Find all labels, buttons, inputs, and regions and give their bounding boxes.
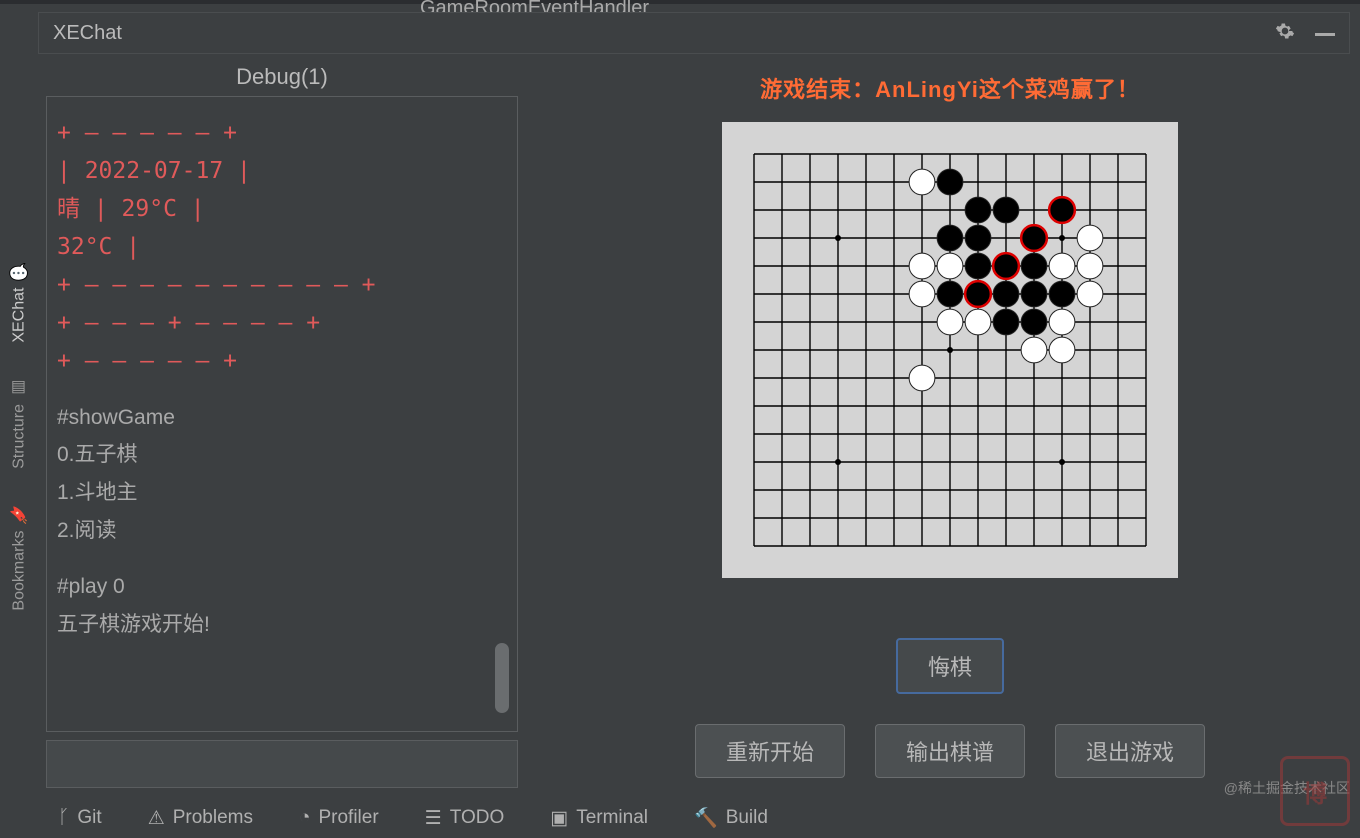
clipped-header: GameRoomEventHandler bbox=[420, 0, 649, 12]
bottom-item-profiler[interactable]: ◔Profiler bbox=[299, 807, 379, 829]
sidebar-item-structure[interactable]: Structure ▤ bbox=[10, 379, 29, 469]
hammer-icon: 🔨 bbox=[694, 806, 718, 830]
game-status: 游戏结束：AnLingYi这个菜鸡赢了！ bbox=[760, 72, 1140, 104]
minimize-icon[interactable] bbox=[1315, 24, 1335, 42]
export-button[interactable]: 输出棋谱 bbox=[875, 724, 1025, 778]
scrollbar-thumb[interactable] bbox=[495, 643, 509, 713]
stamp-logo: 博 bbox=[1280, 756, 1350, 826]
tool-window-title-bar: XEChat bbox=[38, 12, 1350, 54]
bottom-item-build[interactable]: 🔨Build bbox=[694, 806, 768, 830]
bottom-item-terminal[interactable]: ▣Terminal bbox=[550, 807, 648, 830]
panel-header: Debug(1) bbox=[42, 58, 522, 96]
debug-panel: Debug(1) + — — — — — + | 2022-07-17 | 晴 … bbox=[42, 58, 522, 788]
console-output[interactable]: + — — — — — + | 2022-07-17 | 晴 | 29°C | … bbox=[46, 96, 518, 732]
structure-icon: ▤ bbox=[10, 379, 29, 398]
undo-button[interactable]: 悔棋 bbox=[896, 638, 1004, 694]
game-panel: 游戏结束：AnLingYi这个菜鸡赢了！ 悔棋 重新开始 输出棋谱 退出游戏 bbox=[560, 72, 1340, 788]
chat-icon: 💬 bbox=[10, 262, 29, 282]
bottom-tool-bar: ᚴGit ⚠Problems ◔Profiler ☰TODO ▣Terminal… bbox=[38, 798, 1360, 838]
quit-button[interactable]: 退出游戏 bbox=[1055, 724, 1205, 778]
todo-icon: ☰ bbox=[425, 807, 442, 830]
restart-button[interactable]: 重新开始 bbox=[695, 724, 845, 778]
bookmark-icon: 🔖 bbox=[10, 505, 29, 525]
bottom-item-todo[interactable]: ☰TODO bbox=[425, 807, 505, 830]
gear-icon[interactable] bbox=[1275, 21, 1295, 46]
left-tool-rail: XEChat 💬 Structure ▤ Bookmarks 🔖 bbox=[0, 12, 38, 794]
gomoku-board[interactable] bbox=[740, 140, 1160, 560]
profiler-icon: ◔ bbox=[299, 807, 310, 829]
board-container bbox=[722, 122, 1178, 578]
bottom-item-problems[interactable]: ⚠Problems bbox=[148, 807, 253, 830]
sidebar-item-xechat[interactable]: XEChat 💬 bbox=[10, 262, 29, 343]
chat-input[interactable] bbox=[46, 740, 518, 788]
bottom-item-git[interactable]: ᚴGit bbox=[58, 807, 102, 829]
tool-window-title: XEChat bbox=[53, 22, 122, 45]
branch-icon: ᚴ bbox=[58, 807, 69, 829]
warning-icon: ⚠ bbox=[148, 807, 165, 830]
sidebar-item-bookmarks[interactable]: Bookmarks 🔖 bbox=[10, 505, 29, 611]
terminal-icon: ▣ bbox=[550, 807, 568, 830]
